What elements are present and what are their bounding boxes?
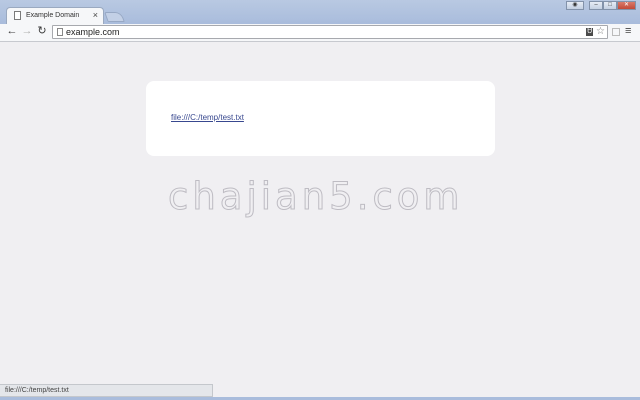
document-icon — [14, 11, 21, 20]
watermark: chajian5.com — [167, 175, 464, 219]
reload-button[interactable]: ↻ — [36, 25, 48, 38]
user-icon[interactable]: ◉ — [566, 1, 584, 10]
extension-icon[interactable] — [612, 28, 620, 36]
tab-example-domain[interactable]: Example Domain × — [6, 7, 104, 24]
new-tab-button[interactable] — [104, 12, 125, 22]
close-tab-icon[interactable]: × — [93, 10, 98, 21]
tab-title: Example Domain — [26, 12, 80, 19]
title-bar: Example Domain × ◉ – □ ✕ — [0, 0, 640, 24]
minimize-button[interactable]: – — [589, 1, 603, 10]
back-button[interactable]: ← — [6, 25, 18, 38]
file-link[interactable]: file:///C:/temp/test.txt — [171, 113, 244, 123]
close-window-button[interactable]: ✕ — [617, 1, 636, 10]
content-card: file:///C:/temp/test.txt — [146, 81, 495, 156]
maximize-button[interactable]: □ — [603, 1, 617, 10]
forward-button[interactable]: → — [21, 25, 33, 38]
menu-icon[interactable]: ≡ — [625, 25, 631, 38]
status-bar: file:///C:/temp/test.txt — [0, 384, 213, 397]
url-text[interactable]: example.com — [66, 26, 120, 38]
page-icon — [57, 28, 63, 36]
bookmark-star-icon[interactable]: ☆ — [596, 26, 605, 38]
browser-toolbar: ← → ↻ example.com Ꮜ ☆ ≡ — [0, 24, 640, 42]
status-text: file:///C:/temp/test.txt — [5, 387, 69, 394]
translate-icon[interactable]: Ꮜ — [586, 28, 593, 36]
address-bar[interactable]: example.com Ꮜ ☆ — [52, 25, 608, 39]
